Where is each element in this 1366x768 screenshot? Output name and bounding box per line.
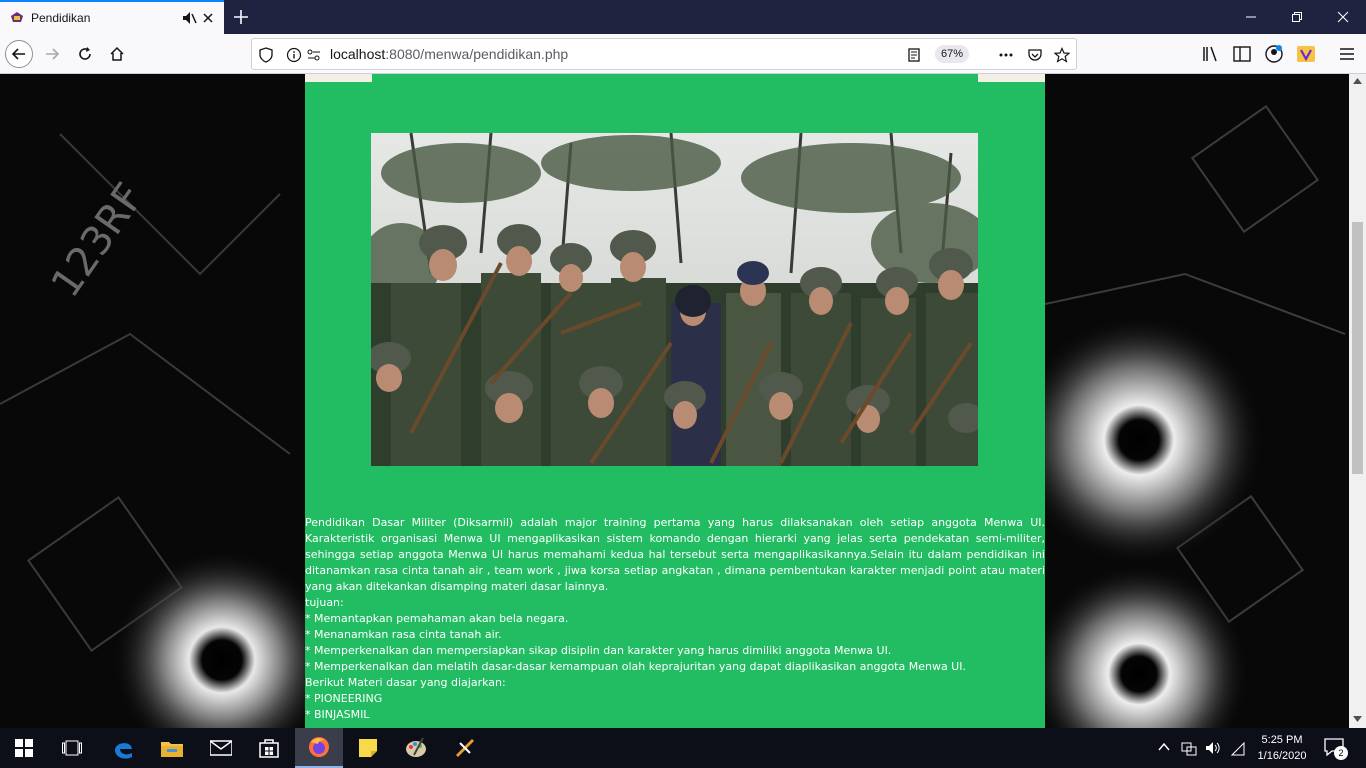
materi-item: * BINJASMIL: [305, 708, 370, 721]
menu-icon[interactable]: [1337, 44, 1357, 64]
tab-strip: Pendidikan: [0, 0, 1366, 34]
tab-title: Pendidikan: [31, 11, 91, 25]
minimize-button[interactable]: [1228, 0, 1274, 34]
address-bar[interactable]: localhost:8080/menwa/pendidikan.php 67%: [251, 38, 1077, 70]
volume-icon[interactable]: [1205, 740, 1221, 756]
reload-button[interactable]: [71, 40, 99, 68]
sidebar-icon[interactable]: [1232, 44, 1252, 64]
paint-taskbar-button[interactable]: [392, 728, 440, 768]
firefox-icon: [309, 737, 329, 757]
chevron-up-icon[interactable]: [1158, 742, 1170, 752]
pocket-icon[interactable]: [1027, 47, 1043, 63]
mail-icon: [210, 740, 232, 756]
url-text: localhost:8080/menwa/pendidikan.php: [330, 46, 568, 62]
close-window-icon: [1337, 11, 1349, 23]
back-arrow-icon: [11, 48, 25, 60]
clock-date: 1/16/2020: [1257, 750, 1307, 762]
paint-icon: [406, 737, 426, 757]
back-button[interactable]: [5, 40, 33, 68]
minimize-icon: [1246, 16, 1256, 18]
file-explorer-taskbar-button[interactable]: [148, 728, 196, 768]
training-photo: [371, 133, 978, 466]
background-image-right: [1045, 74, 1349, 728]
materi-label: Berikut Materi dasar yang diajarkan:: [305, 676, 506, 689]
background-image-left: 123RF: [0, 74, 305, 728]
scroll-up-icon[interactable]: [1353, 78, 1362, 84]
ellipsis-icon[interactable]: [998, 47, 1014, 63]
restore-button[interactable]: [1274, 0, 1320, 34]
tab-pendidikan[interactable]: Pendidikan: [0, 0, 224, 34]
store-icon: [259, 739, 279, 758]
sticky-notes-icon: [359, 739, 377, 757]
vertical-scrollbar[interactable]: [1349, 74, 1366, 728]
mail-taskbar-button[interactable]: [197, 728, 245, 768]
edge-taskbar-button[interactable]: [99, 728, 147, 768]
extension-icon[interactable]: [1296, 44, 1316, 64]
task-view-icon: [62, 740, 82, 756]
materi-item: * PIONEERING: [305, 692, 383, 705]
home-button[interactable]: [103, 40, 131, 68]
scroll-down-icon[interactable]: [1353, 716, 1362, 722]
wifi-icon[interactable]: [1230, 740, 1246, 756]
clock-time: 5:25 PM: [1261, 734, 1303, 746]
mute-icon[interactable]: [181, 10, 197, 26]
scrollbar-thumb[interactable]: [1352, 222, 1363, 474]
navigation-toolbar: localhost:8080/menwa/pendidikan.php 67%: [0, 34, 1366, 74]
file-explorer-icon: [161, 742, 183, 757]
zoom-indicator[interactable]: 67%: [935, 45, 969, 63]
star-icon[interactable]: [1054, 47, 1070, 63]
restore-icon: [1292, 12, 1302, 22]
intro-paragraph: Pendidikan Dasar Militer (Diksarmil) ada…: [305, 516, 1045, 593]
forward-arrow-icon: [46, 48, 60, 60]
account-icon[interactable]: [1264, 44, 1284, 64]
page-viewport: 123RF Pendidikan Dasar Militer (Diksarmi…: [0, 74, 1349, 728]
tujuan-item: * Menanamkan rasa cinta tanah air.: [305, 628, 502, 641]
tujuan-label: tujuan:: [305, 596, 344, 609]
windows-taskbar: 5:25 PM 1/16/2020 2: [0, 728, 1366, 768]
network-icon[interactable]: [1181, 740, 1197, 756]
shield-icon[interactable]: [258, 47, 274, 63]
library-icon[interactable]: [1201, 44, 1221, 64]
windows-start-icon: [15, 739, 33, 757]
close-window-button[interactable]: [1320, 0, 1366, 34]
app-icon: [456, 739, 474, 757]
notification-center-button[interactable]: 2: [1322, 736, 1348, 760]
reload-icon: [79, 47, 91, 60]
store-taskbar-button[interactable]: [245, 728, 293, 768]
forward-button[interactable]: [38, 40, 66, 68]
content-panel: Pendidikan Dasar Militer (Diksarmil) ada…: [305, 74, 1045, 728]
url-host: localhost: [330, 46, 386, 62]
tujuan-item: * Memperkenalkan dan mempersiapkan sikap…: [305, 644, 892, 657]
task-view-button[interactable]: [48, 728, 96, 768]
firefox-taskbar-button[interactable]: [295, 728, 343, 768]
start-button[interactable]: [0, 728, 48, 768]
app-taskbar-button[interactable]: [441, 728, 489, 768]
tujuan-item: * Memperkenalkan dan melatih dasar-dasar…: [305, 660, 966, 673]
permissions-icon[interactable]: [306, 47, 322, 63]
url-path: :8080/menwa/pendidikan.php: [385, 46, 569, 62]
logo-left: [305, 74, 372, 82]
reader-mode-icon[interactable]: [906, 47, 922, 63]
close-icon[interactable]: [200, 10, 216, 26]
sticky-notes-taskbar-button[interactable]: [344, 728, 392, 768]
notification-count: 2: [1334, 746, 1348, 760]
plus-icon[interactable]: [230, 6, 252, 28]
home-icon: [110, 46, 124, 61]
favicon-icon: [11, 12, 23, 22]
logo-right: [978, 74, 1045, 82]
info-icon[interactable]: [286, 47, 302, 63]
tujuan-item: * Memantapkan pemahaman akan bela negara…: [305, 612, 569, 625]
article-body: Pendidikan Dasar Militer (Diksarmil) ada…: [305, 515, 1045, 723]
edge-icon: [115, 743, 132, 759]
system-clock[interactable]: 5:25 PM 1/16/2020: [1252, 732, 1312, 764]
